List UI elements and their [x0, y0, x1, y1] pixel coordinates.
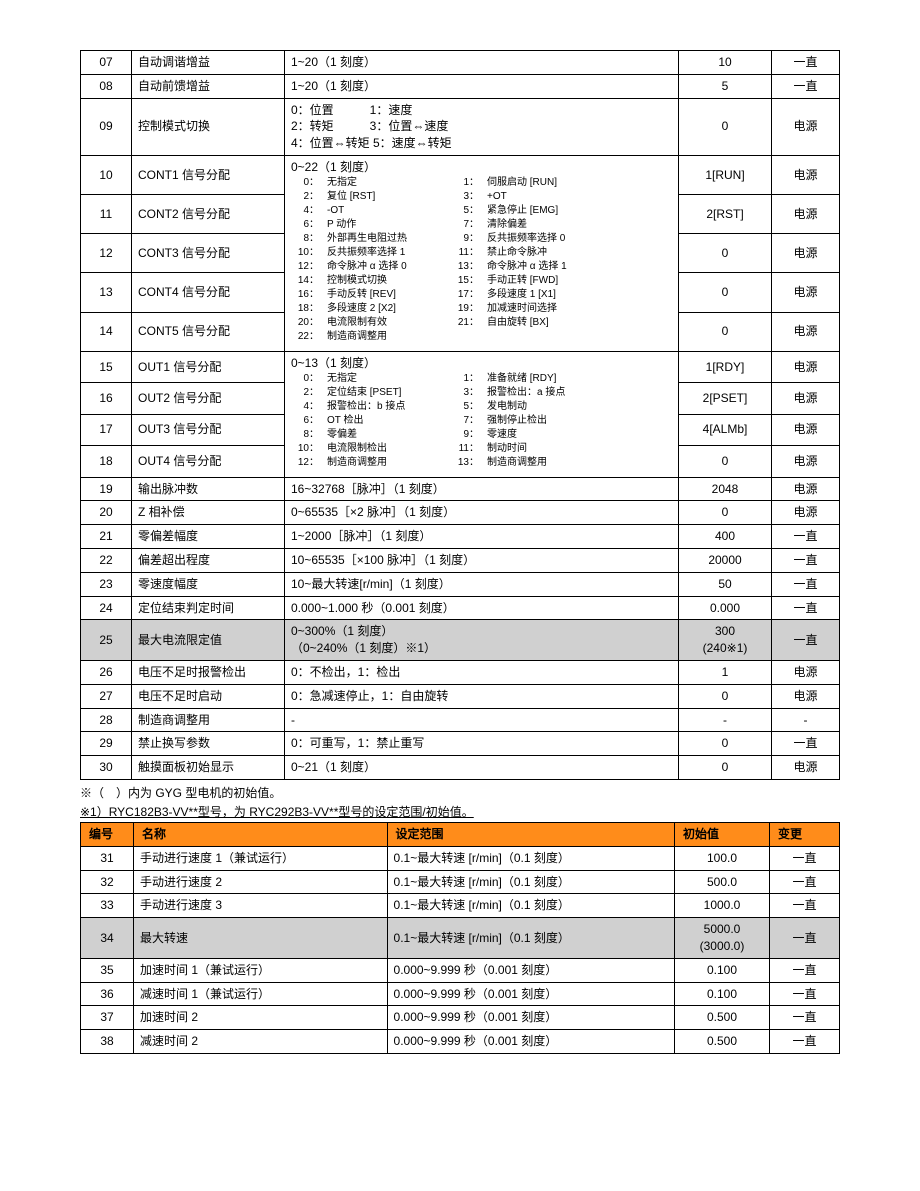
table-row: 23零速度幅度10~最大转速[r/min]（1 刻度）50一直: [81, 572, 840, 596]
table-row: 25最大电流限定值0~300%（1 刻度）（0~240%（1 刻度）※1）300…: [81, 620, 840, 661]
table-row: 19输出脉冲数16~32768［脉冲］（1 刻度）2048电源: [81, 477, 840, 501]
table-row: 30触摸面板初始显示0~21（1 刻度）0电源: [81, 756, 840, 780]
table-row: 26电压不足时报警检出0：不检出，1：检出1电源: [81, 660, 840, 684]
table-row: 37加速时间 20.000~9.999 秒（0.001 刻度）0.500一直: [81, 1006, 840, 1030]
param-table-2: 编号名称设定范围初始值变更31手动进行速度 1（兼试运行）0.1~最大转速 [r…: [80, 822, 840, 1054]
table-row: 29禁止换写参数0：可重写，1：禁止重写0一直: [81, 732, 840, 756]
table-row: 20Z 相补偿0~65535［×2 脉冲］（1 刻度）0电源: [81, 501, 840, 525]
table-row: 33手动进行速度 30.1~最大转速 [r/min]（0.1 刻度）1000.0…: [81, 894, 840, 918]
table-row: 34最大转速0.1~最大转速 [r/min]（0.1 刻度）5000.0(300…: [81, 918, 840, 959]
footnote-1: ※（ ）内为 GYG 型电机的初始值。: [80, 784, 840, 801]
table-header: 编号名称设定范围初始值变更: [81, 822, 840, 846]
param-table-1: 07自动调谐增益1~20（1 刻度）10一直08自动前馈增益1~20（1 刻度）…: [80, 50, 840, 780]
table-row: 10CONT1 信号分配0~22（1 刻度）0：无指定1：伺服启动 [RUN]2…: [81, 155, 840, 194]
table-row: 28制造商调整用---: [81, 708, 840, 732]
table-row: 31手动进行速度 1（兼试运行）0.1~最大转速 [r/min]（0.1 刻度）…: [81, 846, 840, 870]
table-row: 09控制模式切换0：位置 1：速度2：转矩 3：位置⇔速度4：位置⇔转矩 5：速…: [81, 98, 840, 155]
table-row: 35加速时间 1（兼试运行）0.000~9.999 秒（0.001 刻度）0.1…: [81, 958, 840, 982]
footnote-2: ※1）RYC182B3-VV**型号，为 RYC292B3-VV**型号的设定范…: [80, 803, 840, 820]
table-row: 24定位结束判定时间0.000~1.000 秒（0.001 刻度）0.000一直: [81, 596, 840, 620]
table-row: 36减速时间 1（兼试运行）0.000~9.999 秒（0.001 刻度）0.1…: [81, 982, 840, 1006]
table-row: 38减速时间 20.000~9.999 秒（0.001 刻度）0.500一直: [81, 1030, 840, 1054]
table-row: 21零偏差幅度1~2000［脉冲］（1 刻度）400一直: [81, 525, 840, 549]
table-row: 27电压不足时启动0：急减速停止，1：自由旋转0电源: [81, 684, 840, 708]
table-row: 07自动调谐增益1~20（1 刻度）10一直: [81, 51, 840, 75]
table-row: 32手动进行速度 20.1~最大转速 [r/min]（0.1 刻度）500.0一…: [81, 870, 840, 894]
table-row: 15OUT1 信号分配0~13（1 刻度）0：无指定1：准备就绪 [RDY]2：…: [81, 351, 840, 382]
table-row: 22偏差超出程度10~65535［×100 脉冲］（1 刻度）20000一直: [81, 548, 840, 572]
table-row: 08自动前馈增益1~20（1 刻度）5一直: [81, 74, 840, 98]
